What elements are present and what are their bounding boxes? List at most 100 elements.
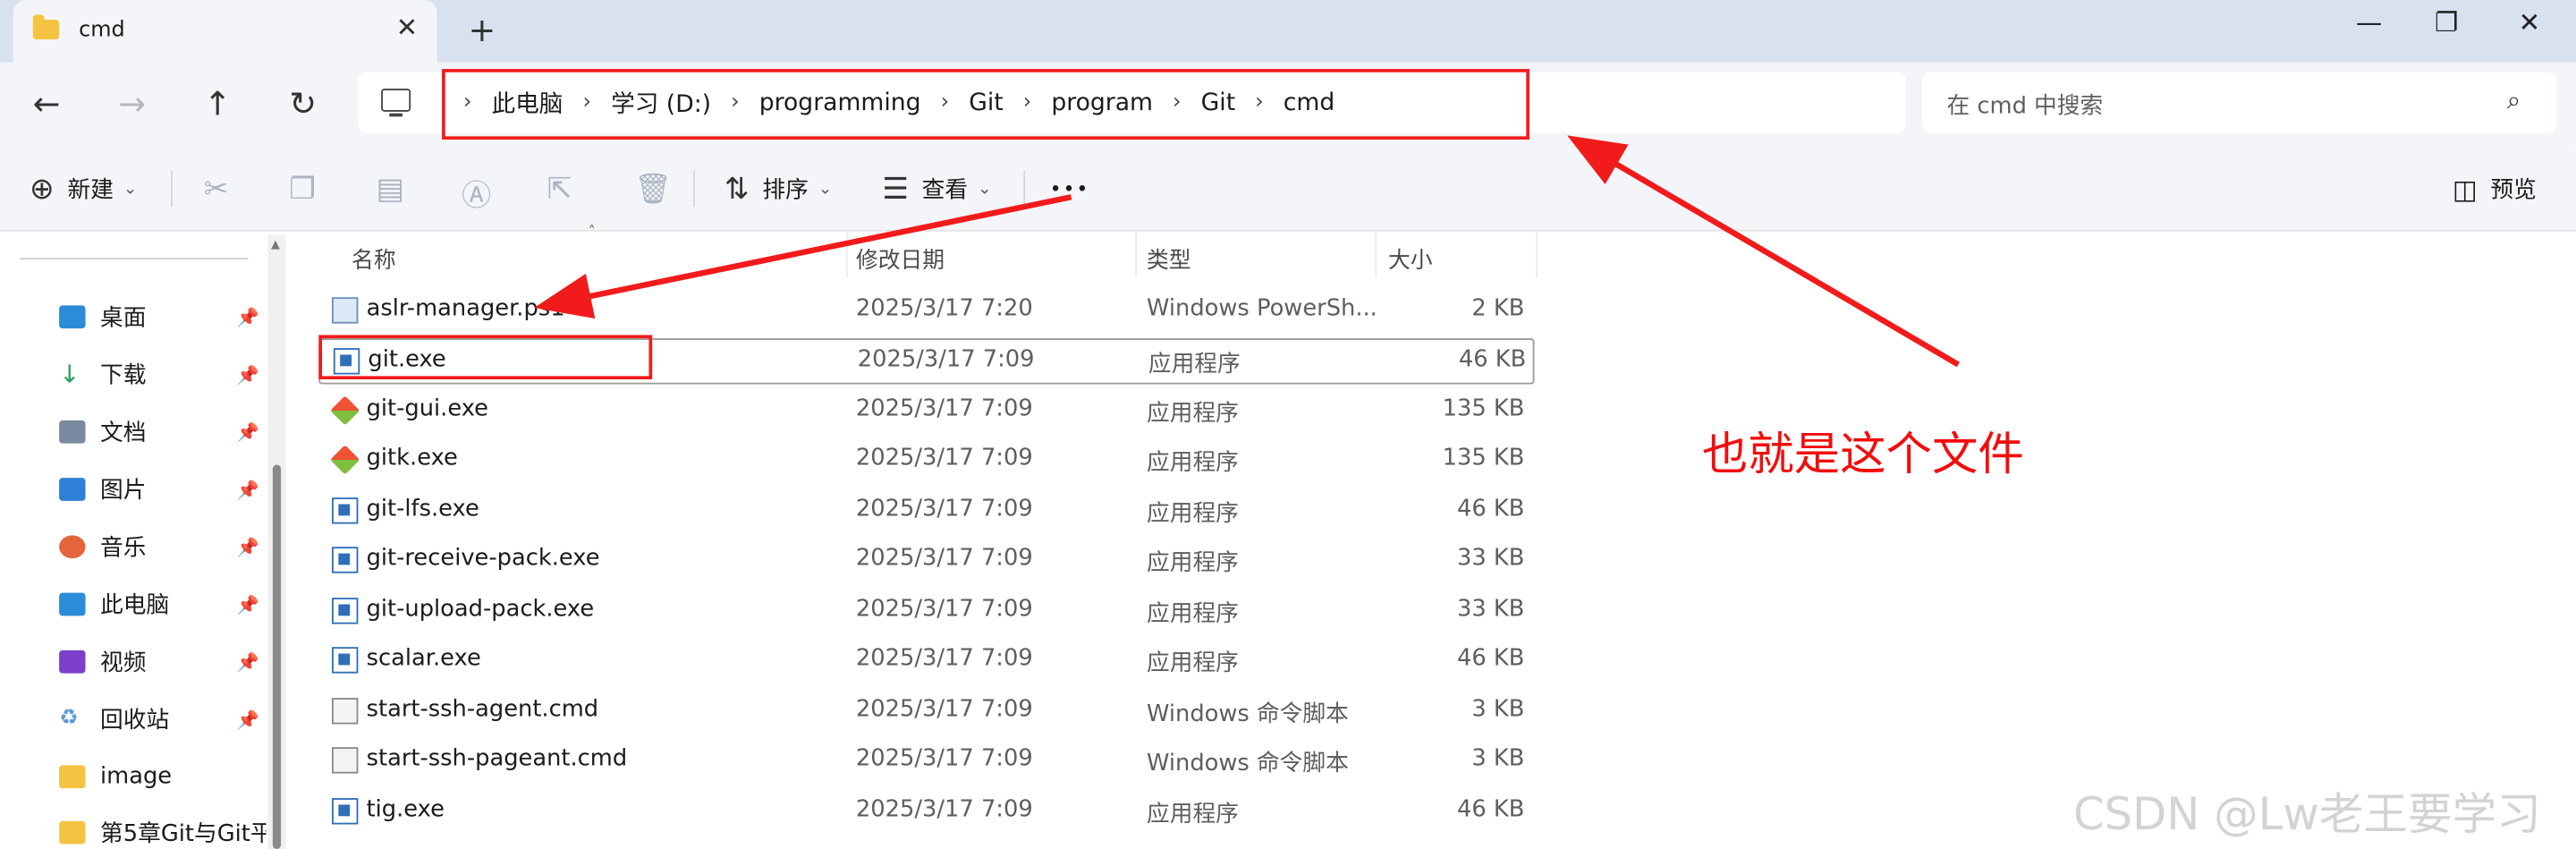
file-size: 135 KB <box>1442 395 1525 422</box>
file-modified: 2025/3/17 7:09 <box>855 745 1033 772</box>
file-size: 46 KB <box>1457 796 1525 823</box>
sidebar-item-documents[interactable]: 文档 <box>59 415 146 448</box>
sidebar-item-downloads[interactable]: ↓ 下载 <box>59 358 146 391</box>
view-button[interactable]: ☰ 查看 ⌄ <box>882 148 991 230</box>
column-header-size[interactable]: 大小 <box>1388 242 1433 274</box>
file-row[interactable]: git-gui.exe 2025/3/17 7:09 应用程序 135 KB <box>318 389 1530 432</box>
sidebar-item-pictures[interactable]: 图片 <box>59 473 146 506</box>
desktop-icon <box>59 305 86 329</box>
file-modified: 2025/3/17 7:09 <box>855 596 1033 623</box>
sidebar-item-music[interactable]: 音乐 <box>59 531 146 564</box>
title-bar: cmd ✕ + — ❐ ✕ <box>0 0 2576 63</box>
preview-pane-button[interactable]: ◫ 预览 <box>2453 148 2537 230</box>
refresh-button[interactable]: ↻ <box>289 84 317 123</box>
file-type: 应用程序 <box>1147 649 1239 677</box>
search-box[interactable]: 在 cmd 中搜索 ⌕ <box>1921 72 2556 133</box>
pin-icon[interactable]: 📌 <box>236 709 258 731</box>
file-row[interactable]: scalar.exe 2025/3/17 7:09 应用程序 46 KB <box>318 639 1530 682</box>
sidebar-item-image[interactable]: image <box>59 760 172 794</box>
sidebar-item-label: 图片 <box>100 478 147 505</box>
scroll-up-icon[interactable]: ▲ <box>271 238 280 251</box>
divider <box>1023 170 1026 208</box>
pin-icon[interactable]: 📌 <box>236 594 258 616</box>
sidebar-item-videos[interactable]: 视频 <box>59 645 146 678</box>
back-button[interactable]: ← <box>33 84 61 123</box>
file-name: gitk.exe <box>366 445 458 471</box>
sidebar-item-this-pc[interactable]: 此电脑 <box>59 588 169 621</box>
up-button[interactable]: ↑ <box>204 84 232 123</box>
delete-icon[interactable]: 🗑 <box>634 173 672 208</box>
file-modified: 2025/3/17 7:20 <box>855 295 1033 322</box>
sidebar-item-label: 回收站 <box>100 708 170 734</box>
search-input[interactable]: 在 cmd 中搜索 <box>1946 89 2103 122</box>
forward-button[interactable]: → <box>118 84 146 123</box>
file-modified: 2025/3/17 7:09 <box>855 545 1033 572</box>
picture-icon <box>59 478 86 501</box>
file-row[interactable]: git-upload-pack.exe 2025/3/17 7:09 应用程序 … <box>318 590 1530 633</box>
new-button[interactable]: ⊕ 新建 ⌄ <box>30 148 137 230</box>
file-row[interactable]: tig.exe 2025/3/17 7:09 应用程序 46 KB <box>318 790 1530 833</box>
exe-icon <box>332 798 359 825</box>
file-name: start-ssh-agent.cmd <box>366 696 599 723</box>
file-modified: 2025/3/17 7:09 <box>857 346 1035 373</box>
new-tab-button[interactable]: + <box>468 10 496 49</box>
column-divider[interactable] <box>845 231 848 278</box>
file-size: 2 KB <box>1471 295 1525 322</box>
file-size: 3 KB <box>1471 696 1525 723</box>
column-divider[interactable] <box>1536 231 1538 278</box>
sidebar-item-recycle-bin[interactable]: ♻ 回收站 <box>59 703 169 736</box>
file-row[interactable]: gitk.exe 2025/3/17 7:09 应用程序 135 KB <box>318 438 1530 481</box>
tab-cmd[interactable]: cmd ✕ <box>13 0 437 63</box>
navigation-pane-scrollbar[interactable]: ▲ <box>267 234 286 849</box>
chevron-down-icon: ⌄ <box>123 179 138 199</box>
plus-circle-icon: ⊕ <box>30 171 55 207</box>
sidebar-item-label: 此电脑 <box>100 592 170 620</box>
minimize-button[interactable]: — <box>2356 6 2382 38</box>
exe-icon <box>332 497 359 524</box>
pin-icon[interactable]: 📌 <box>236 307 258 328</box>
file-size: 46 KB <box>1458 346 1527 373</box>
sidebar-item-chapter5[interactable]: 第5章Git与Git平台 <box>59 816 267 849</box>
copy-icon[interactable]: ❐ <box>289 173 316 208</box>
sidebar-item-desktop[interactable]: 桌面 <box>59 301 146 334</box>
chevron-down-icon: ⌄ <box>978 179 992 199</box>
column-header-name[interactable]: 名称 <box>352 242 396 274</box>
file-type: Windows 命令脚本 <box>1147 700 1349 728</box>
pin-icon[interactable]: 📌 <box>236 480 258 501</box>
close-tab-icon[interactable]: ✕ <box>396 12 419 43</box>
close-window-button[interactable]: ✕ <box>2519 6 2541 38</box>
view-label: 查看 <box>921 177 969 204</box>
file-row[interactable]: start-ssh-pageant.cmd 2025/3/17 7:09 Win… <box>318 739 1530 782</box>
column-header-type[interactable]: 类型 <box>1147 242 1191 274</box>
file-name: git-lfs.exe <box>366 496 479 522</box>
paste-icon[interactable]: ▤ <box>377 173 404 208</box>
column-header-modified[interactable]: 修改日期 <box>856 242 945 274</box>
restore-button[interactable]: ❐ <box>2435 6 2458 38</box>
file-row[interactable]: git-receive-pack.exe 2025/3/17 7:09 应用程序… <box>318 539 1530 582</box>
pin-icon[interactable]: 📌 <box>236 365 258 386</box>
sort-button[interactable]: ⇅ 排序 ⌄ <box>724 148 832 230</box>
navigation-pane: 桌面 📌 ↓ 下载 📌 文档 📌 图片 📌 音乐 📌 此电脑 📌 视频 📌 ♻ … <box>0 231 288 849</box>
scrollbar-thumb[interactable] <box>272 464 282 849</box>
file-row[interactable]: aslr-manager.ps1 2025/3/17 7:20 Windows … <box>318 289 1530 332</box>
column-divider[interactable] <box>1135 231 1137 278</box>
search-icon[interactable]: ⌕ <box>2507 85 2521 115</box>
file-row[interactable]: git-lfs.exe 2025/3/17 7:09 应用程序 46 KB <box>318 489 1530 532</box>
pin-icon[interactable]: 📌 <box>236 422 258 444</box>
column-divider[interactable] <box>1375 231 1377 278</box>
view-icon: ☰ <box>882 171 909 207</box>
cut-icon[interactable]: ✂ <box>204 173 229 208</box>
file-name: git-gui.exe <box>366 395 488 422</box>
pin-icon[interactable]: 📌 <box>236 537 258 558</box>
folder-icon <box>59 765 86 789</box>
sidebar-item-label: 音乐 <box>100 535 147 562</box>
annotation-text: 也就是这个文件 <box>1701 427 2024 481</box>
document-icon <box>59 420 86 444</box>
file-size: 46 KB <box>1457 645 1525 672</box>
pin-icon[interactable]: 📌 <box>236 652 258 674</box>
share-icon[interactable]: ⇱ <box>547 173 572 208</box>
more-options-button[interactable]: ••• <box>1050 148 1090 230</box>
rename-icon[interactable]: Ⓐ <box>462 173 491 216</box>
watermark: CSDN @Lw老王要学习 <box>2072 789 2541 841</box>
file-row[interactable]: start-ssh-agent.cmd 2025/3/17 7:09 Windo… <box>318 690 1530 733</box>
